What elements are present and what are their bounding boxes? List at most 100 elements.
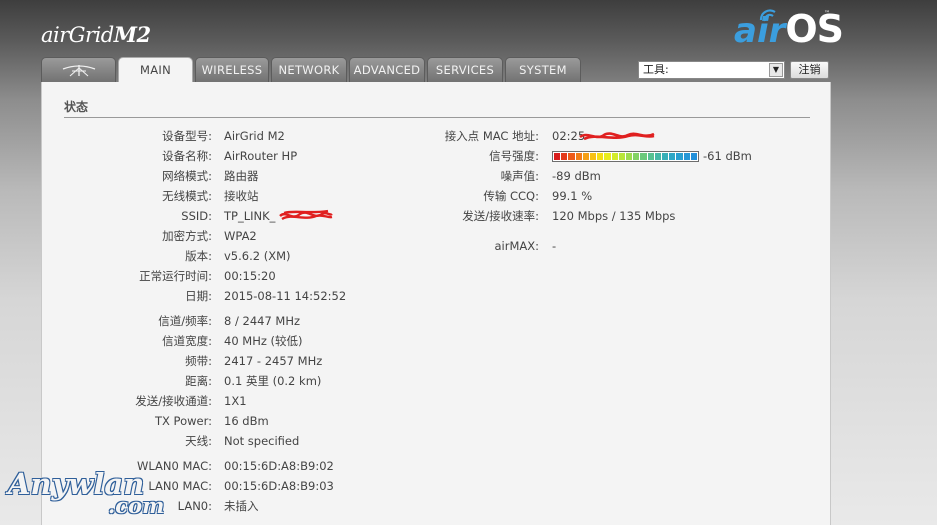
- airos-logo: airOS ™: [734, 9, 844, 48]
- signal-bar-segment: [618, 153, 626, 160]
- signal-bar-segment: [683, 153, 690, 160]
- status-value: v5.6.2 (XM): [224, 249, 291, 263]
- signal-bar-segment: [662, 153, 669, 160]
- status-label: airMAX:: [494, 239, 539, 253]
- status-value: WPA2: [224, 229, 257, 243]
- tab-wireless[interactable]: WIRELESS: [195, 57, 269, 82]
- status-row-rate: 发送/接收速率: 120 Mbps / 135 Mbps: [397, 208, 797, 224]
- status-row-security: 加密方式: WPA2: [82, 228, 402, 244]
- status-value: 2417 - 2457 MHz: [224, 354, 323, 368]
- status-row-ccq: 传输 CCQ: 99.1 %: [397, 188, 797, 204]
- watermark-line-2: .com: [108, 493, 165, 518]
- status-value: AirGrid M2: [224, 129, 285, 143]
- status-label: 设备名称:: [162, 149, 212, 163]
- anywlan-watermark: Anywlan .com: [8, 470, 165, 518]
- signal-bar-segment: [647, 153, 654, 160]
- tab-network[interactable]: NETWORK: [271, 57, 347, 82]
- status-row-wireless-mode: 无线模式: 接收站: [82, 188, 402, 204]
- logo-prefix: air: [41, 23, 69, 47]
- status-value: 2015-08-11 14:52:52: [224, 289, 347, 303]
- status-value: 未插入: [224, 499, 259, 513]
- status-value: 接收站: [224, 189, 259, 203]
- status-row-airmax: airMAX: -: [397, 238, 797, 254]
- status-value: 路由器: [224, 169, 259, 183]
- status-row-date: 日期: 2015-08-11 14:52:52: [82, 288, 402, 304]
- status-row-antenna: 天线: Not specified: [82, 433, 402, 449]
- signal-bar-segment: [669, 153, 676, 160]
- status-label: SSID:: [181, 209, 212, 223]
- status-label: 传输 CCQ:: [483, 189, 539, 203]
- ubiquiti-logo-icon: [62, 65, 95, 77]
- status-label: 日期:: [185, 289, 212, 303]
- signal-bar-segment: [654, 153, 662, 160]
- signal-bar-segment: [604, 153, 611, 160]
- status-value: 8 / 2447 MHz: [224, 314, 301, 328]
- tab-system[interactable]: SYSTEM: [505, 57, 581, 82]
- status-label: 信号强度:: [489, 149, 539, 163]
- signal-bar-segment: [597, 153, 604, 160]
- status-label: 网络模式:: [162, 169, 212, 183]
- status-value: -61 dBm: [703, 149, 752, 163]
- tools-dropdown[interactable]: 工具: ▼: [638, 61, 785, 79]
- signal-bar-segment: [640, 153, 647, 160]
- status-label: 距离:: [185, 374, 212, 388]
- signal-bar-segment: [626, 153, 633, 160]
- signal-bar-segment: [676, 153, 683, 160]
- status-row-ssid: SSID: TP_LINK_: [82, 208, 402, 224]
- redaction-scribble-icon: [279, 209, 333, 221]
- signal-bar-segment: [590, 153, 597, 160]
- status-row-distance: 距离: 0.1 英里 (0.2 km): [82, 373, 402, 389]
- status-row-tx-power: TX Power: 16 dBm: [82, 413, 402, 429]
- status-row-version: 版本: v5.6.2 (XM): [82, 248, 402, 264]
- logo-model: M2: [113, 22, 151, 47]
- status-label: 发送/接收速率:: [462, 209, 539, 223]
- status-value: 40 MHz (较低): [224, 334, 303, 348]
- signal-bar-segment: [611, 153, 618, 160]
- tab-ubiquiti-logo[interactable]: [41, 57, 116, 82]
- tab-advanced[interactable]: ADVANCED: [349, 57, 425, 82]
- status-value: -: [552, 239, 557, 253]
- status-row-channel-width: 信道宽度: 40 MHz (较低): [82, 333, 402, 349]
- status-label: 噪声值:: [500, 169, 539, 183]
- status-value: 00:15:6D:A8:B9:02: [224, 459, 334, 473]
- trademark-mark: ™: [824, 10, 830, 17]
- logo-name: Grid: [68, 23, 114, 47]
- logout-button[interactable]: 注销: [790, 61, 829, 79]
- status-row-noise: 噪声值: -89 dBm: [397, 168, 797, 184]
- status-row-frequency-band: 频带: 2417 - 2457 MHz: [82, 353, 402, 369]
- status-label: 频带:: [185, 354, 212, 368]
- status-value: 1X1: [224, 394, 247, 408]
- signal-arc-icon: [759, 9, 776, 22]
- status-row-device-name: 设备名称: AirRouter HP: [82, 148, 402, 164]
- status-row-uptime: 正常运行时间: 00:15:20: [82, 268, 402, 284]
- status-label: 无线模式:: [162, 189, 212, 203]
- status-label: 版本:: [185, 249, 212, 263]
- status-value: -89 dBm: [552, 169, 601, 183]
- status-row-ap-mac: 接入点 MAC 地址: 02:25: [397, 128, 797, 144]
- status-row-network-mode: 网络模式: 路由器: [82, 168, 402, 184]
- status-label: 加密方式:: [162, 229, 212, 243]
- signal-bar-segment: [575, 153, 582, 160]
- status-value: 99.1 %: [552, 189, 593, 203]
- status-label: TX Power:: [154, 414, 212, 428]
- status-value: Not specified: [224, 434, 300, 448]
- status-value: TP_LINK_: [224, 209, 276, 223]
- signal-strength-bar: [552, 151, 699, 162]
- chevron-down-icon[interactable]: ▼: [769, 63, 783, 77]
- status-panel: 状态 设备型号: AirGrid M2 设备名称: AirRouter HP 网络模式:…: [41, 82, 831, 525]
- status-row-channel-frequency: 信道/频率: 8 / 2447 MHz: [82, 313, 402, 329]
- status-value: 120 Mbps / 135 Mbps: [552, 209, 676, 223]
- status-value: 00:15:6D:A8:B9:03: [224, 479, 334, 493]
- status-row-signal: 信号强度: -61 dBm: [397, 148, 797, 164]
- tools-dropdown-value: 工具:: [643, 63, 669, 76]
- airgrid-logo: airGridM2: [41, 24, 151, 46]
- status-value: 16 dBm: [224, 414, 269, 428]
- signal-bar-segment: [582, 153, 590, 160]
- status-label: 信道/频率:: [158, 314, 212, 328]
- signal-bar-segment: [568, 153, 575, 160]
- signal-bar-segment: [690, 153, 698, 160]
- tab-services[interactable]: SERVICES: [427, 57, 503, 82]
- status-value: AirRouter HP: [224, 149, 298, 163]
- tab-main[interactable]: MAIN: [118, 57, 193, 83]
- status-label: 信道宽度:: [162, 334, 212, 348]
